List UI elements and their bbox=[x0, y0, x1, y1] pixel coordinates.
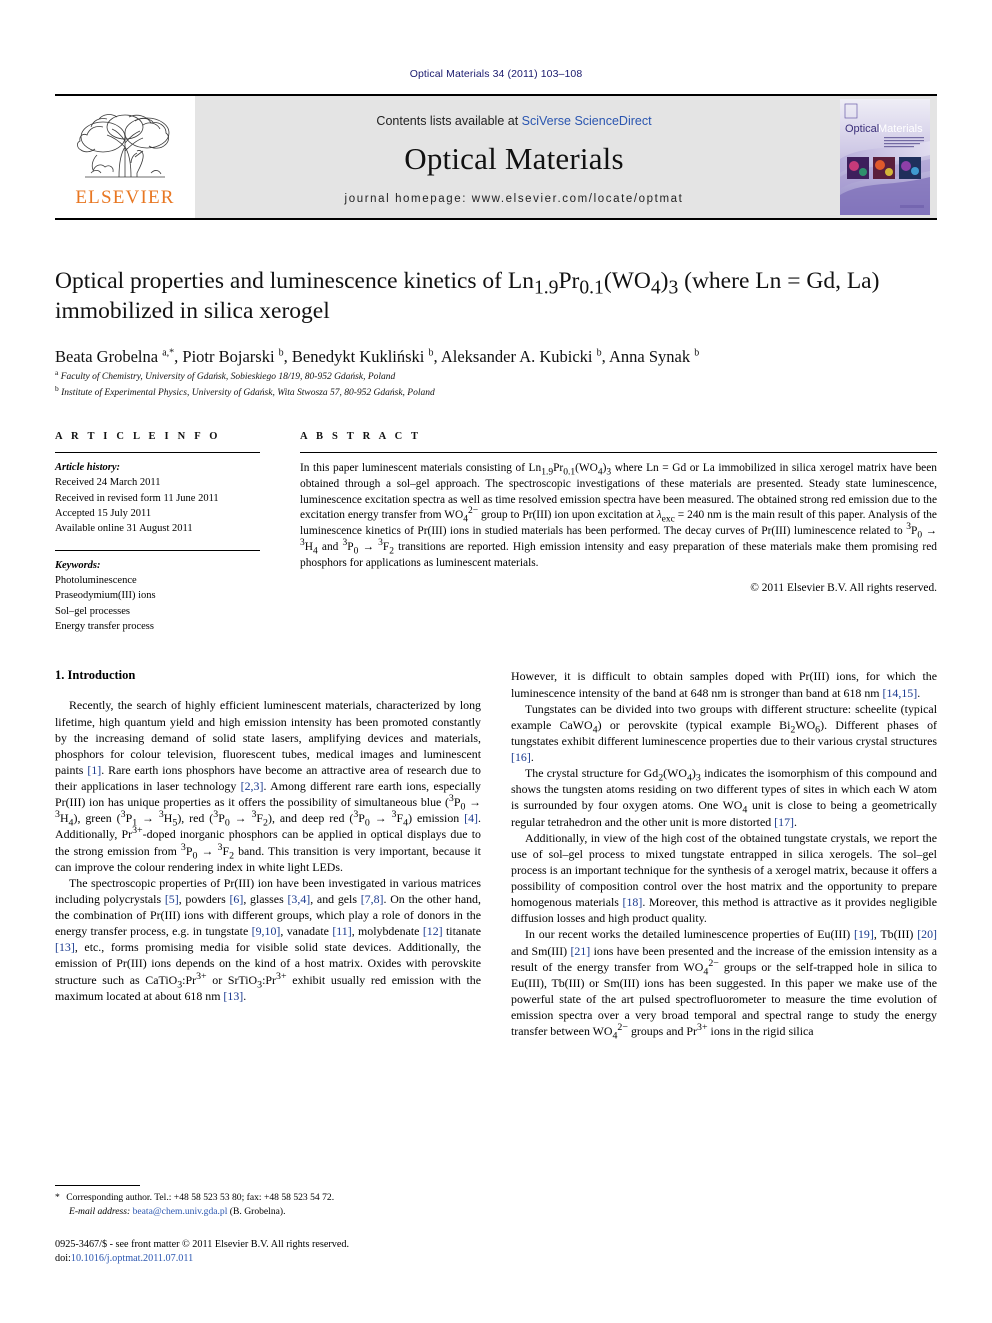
body-paragraph: In our recent works the detailed lumines… bbox=[511, 927, 937, 1042]
body-paragraph: Additionally, in view of the high cost o… bbox=[511, 830, 937, 926]
abstract-rule bbox=[300, 452, 937, 454]
paper-page: Optical Materials 34 (2011) 103–108 ELSE… bbox=[0, 0, 992, 1323]
author-list: Beata Grobelna a,*, Piotr Bojarski b, Be… bbox=[55, 347, 700, 367]
contents-available-line: Contents lists available at SciVerse Sci… bbox=[376, 114, 651, 128]
doi-label: doi: bbox=[55, 1253, 71, 1265]
imprint-block: 0925-3467/$ - see front matter © 2011 El… bbox=[55, 1238, 495, 1266]
article-info-rule bbox=[55, 452, 260, 454]
abstract-text: In this paper luminescent materials cons… bbox=[300, 462, 937, 569]
running-head: Optical Materials 34 (2011) 103–108 bbox=[409, 68, 583, 80]
affiliation-a-text: Faculty of Chemistry, University of Gdań… bbox=[60, 371, 396, 382]
affiliation-b: b Institute of Experimental Physics, Uni… bbox=[55, 384, 435, 399]
body-paragraph: Recently, the search of highly efficient… bbox=[55, 698, 481, 874]
journal-title: Optical Materials bbox=[404, 140, 624, 176]
masthead-center: Contents lists available at SciVerse Sci… bbox=[195, 96, 833, 218]
svg-text:Optical: Optical bbox=[845, 123, 879, 135]
keywords-label: Keywords: bbox=[55, 559, 101, 571]
body-paragraph: Tungstates can be divided into two group… bbox=[511, 701, 937, 765]
body-paragraph: The spectroscopic properties of Pr(III) … bbox=[55, 875, 481, 1003]
journal-cover-image: Optical Materials bbox=[840, 99, 930, 215]
title-block: Optical properties and luminescence kine… bbox=[55, 266, 937, 401]
journal-masthead: ELSEVIER Contents lists available at Sci… bbox=[55, 94, 937, 220]
footnote-rule bbox=[55, 1185, 140, 1186]
keyword-item: Photoluminescence bbox=[55, 575, 137, 587]
article-info-column: A R T I C L E I N F O Article history: R… bbox=[55, 431, 300, 634]
author-email-link[interactable]: beata@chem.univ.gda.pl bbox=[133, 1206, 228, 1217]
email-suffix: (B. Grobelna). bbox=[227, 1205, 286, 1217]
article-history: Article history: Received 24 March 2011 … bbox=[55, 460, 260, 537]
keyword-item: Energy transfer process bbox=[55, 621, 154, 633]
section-heading-introduction: 1. Introduction bbox=[55, 668, 136, 683]
doi-line: doi:10.1016/j.optmat.2011.07.011 bbox=[55, 1252, 495, 1266]
publisher-logo: ELSEVIER bbox=[55, 96, 195, 218]
article-history-label: Article history: bbox=[55, 462, 121, 474]
abstract-copyright: © 2011 Elsevier B.V. All rights reserved… bbox=[750, 582, 937, 595]
keyword-item: Sol–gel processes bbox=[55, 605, 130, 617]
affiliation-b-text: Institute of Experimental Physics, Unive… bbox=[61, 388, 435, 399]
footnote-block: * Corresponding author. Tel.: +48 58 523… bbox=[55, 1185, 495, 1218]
email-label: E-mail address: bbox=[69, 1205, 131, 1217]
body-columns: 1. Introduction Recently, the search of … bbox=[55, 668, 937, 1188]
abstract-column: A B S T R A C T In this paper luminescen… bbox=[300, 431, 937, 634]
keywords-block: Keywords: Photoluminescence Praseodymium… bbox=[55, 558, 260, 635]
elsevier-wordmark: ELSEVIER bbox=[75, 187, 175, 208]
history-item: Available online 31 August 2011 bbox=[55, 523, 193, 535]
history-item: Accepted 15 July 2011 bbox=[55, 508, 152, 520]
article-info-heading: A R T I C L E I N F O bbox=[55, 431, 221, 443]
elsevier-tree-icon bbox=[77, 114, 170, 178]
history-item: Received 24 March 2011 bbox=[55, 477, 161, 489]
affiliation-a: a Faculty of Chemistry, University of Gd… bbox=[55, 367, 396, 382]
journal-cover-container: Optical Materials bbox=[833, 96, 937, 218]
paper-title: Optical properties and luminescence kine… bbox=[55, 268, 880, 325]
body-column-right: However, it is difficult to obtain sampl… bbox=[511, 668, 937, 1188]
abstract-heading: A B S T R A C T bbox=[300, 431, 422, 443]
sciencedirect-link[interactable]: SciVerse ScienceDirect bbox=[522, 114, 652, 128]
article-info-separator bbox=[55, 549, 260, 551]
journal-homepage[interactable]: journal homepage: www.elsevier.com/locat… bbox=[345, 193, 684, 205]
body-paragraph: However, it is difficult to obtain sampl… bbox=[511, 669, 937, 700]
email-note: E-mail address: beata@chem.univ.gda.pl (… bbox=[55, 1205, 495, 1219]
keyword-item: Praseodymium(III) ions bbox=[55, 590, 156, 602]
history-item: Received in revised form 11 June 2011 bbox=[55, 492, 219, 504]
svg-text:Materials: Materials bbox=[878, 123, 923, 135]
info-abstract-row: A R T I C L E I N F O Article history: R… bbox=[55, 431, 937, 634]
corresponding-author-note: * Corresponding author. Tel.: +48 58 523… bbox=[55, 1192, 335, 1203]
doi-link[interactable]: 10.1016/j.optmat.2011.07.011 bbox=[71, 1253, 193, 1264]
contents-prefix: Contents lists available at bbox=[376, 113, 522, 128]
issn-copyright-line: 0925-3467/$ - see front matter © 2011 El… bbox=[55, 1239, 350, 1250]
body-paragraph: The crystal structure for Gd2(WO4)3 indi… bbox=[511, 766, 937, 829]
body-column-left: 1. Introduction Recently, the search of … bbox=[55, 668, 481, 1188]
